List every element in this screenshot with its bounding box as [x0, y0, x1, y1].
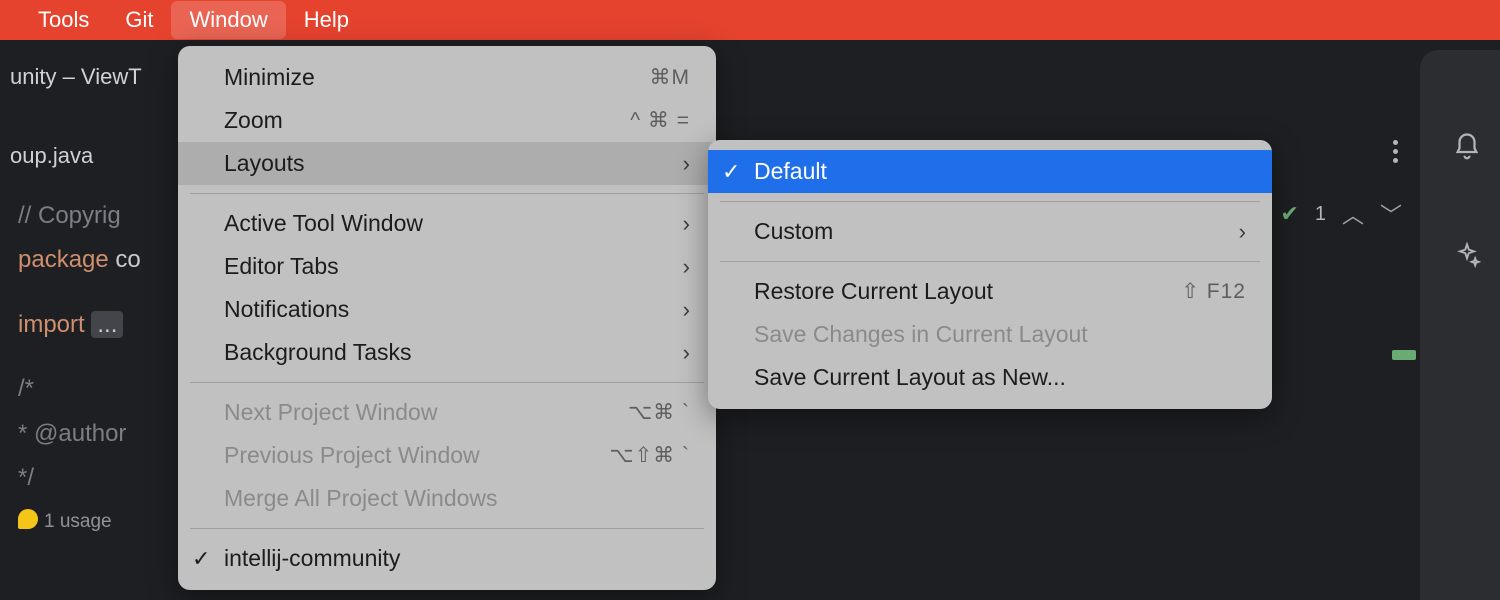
more-icon[interactable] [1393, 140, 1398, 163]
checkmark-icon: ✓ [722, 159, 740, 185]
code-keyword: import [18, 311, 85, 338]
bell-icon[interactable] [1452, 132, 1482, 162]
menu-separator [190, 193, 704, 194]
ai-sparkle-icon[interactable] [1453, 242, 1481, 270]
shortcut-label: ⌥⌘ ` [628, 400, 690, 425]
layout-save-as-new[interactable]: Save Current Layout as New... [708, 356, 1272, 399]
code-text: co [109, 246, 141, 273]
tab-filename[interactable]: oup.java [10, 143, 93, 169]
menu-layouts[interactable]: Layouts › [178, 142, 716, 185]
menu-project-intellij-community[interactable]: ✓ intellij-community [178, 537, 716, 580]
code-keyword: package [18, 246, 109, 273]
chevron-right-icon: › [1239, 219, 1246, 245]
menu-merge-all-windows: Merge All Project Windows [178, 477, 716, 520]
layout-default[interactable]: ✓ Default [708, 150, 1272, 193]
chevron-right-icon: › [683, 340, 690, 366]
shortcut-label: ⇧ F12 [1181, 279, 1246, 304]
window-menu-dropdown: Minimize ⌘M Zoom ^ ⌘ = Layouts › Active … [178, 46, 716, 590]
window-title-fragment: unity – ViewT [0, 58, 152, 96]
menu-tools[interactable]: Tools [20, 1, 107, 39]
menu-git[interactable]: Git [107, 1, 171, 39]
chevron-right-icon: › [683, 254, 690, 280]
menu-help[interactable]: Help [286, 1, 367, 39]
layouts-submenu: ✓ Default Custom › Restore Current Layou… [708, 140, 1272, 409]
layout-restore-current[interactable]: Restore Current Layout ⇧ F12 [708, 270, 1272, 313]
chevron-right-icon: › [683, 211, 690, 237]
menu-separator [190, 528, 704, 529]
menu-active-tool-window[interactable]: Active Tool Window › [178, 202, 716, 245]
menu-background-tasks[interactable]: Background Tasks › [178, 331, 716, 374]
shortcut-label: ⌘M [650, 65, 691, 90]
menubar: Tools Git Window Help [0, 0, 1500, 40]
shortcut-label: ^ ⌘ = [630, 108, 690, 133]
menu-minimize[interactable]: Minimize ⌘M [178, 56, 716, 99]
menu-next-project-window: Next Project Window ⌥⌘ ` [178, 391, 716, 434]
code-line: // Copyrig [18, 202, 121, 229]
chevron-right-icon: › [683, 151, 690, 177]
menu-prev-project-window: Previous Project Window ⌥⇧⌘ ` [178, 434, 716, 477]
menu-editor-tabs[interactable]: Editor Tabs › [178, 245, 716, 288]
chevron-right-icon: › [683, 297, 690, 323]
layout-save-changes: Save Changes in Current Layout [708, 313, 1272, 356]
menu-separator [720, 201, 1260, 202]
shortcut-label: ⌥⇧⌘ ` [609, 443, 690, 468]
menu-zoom[interactable]: Zoom ^ ⌘ = [178, 99, 716, 142]
lightbulb-icon[interactable] [18, 509, 38, 529]
checkmark-icon: ✓ [192, 546, 210, 572]
menu-separator [190, 382, 704, 383]
menu-window[interactable]: Window [171, 1, 285, 39]
menu-notifications[interactable]: Notifications › [178, 288, 716, 331]
menu-separator [720, 261, 1260, 262]
layout-custom[interactable]: Custom › [708, 210, 1272, 253]
fold-indicator[interactable]: ... [91, 311, 123, 338]
